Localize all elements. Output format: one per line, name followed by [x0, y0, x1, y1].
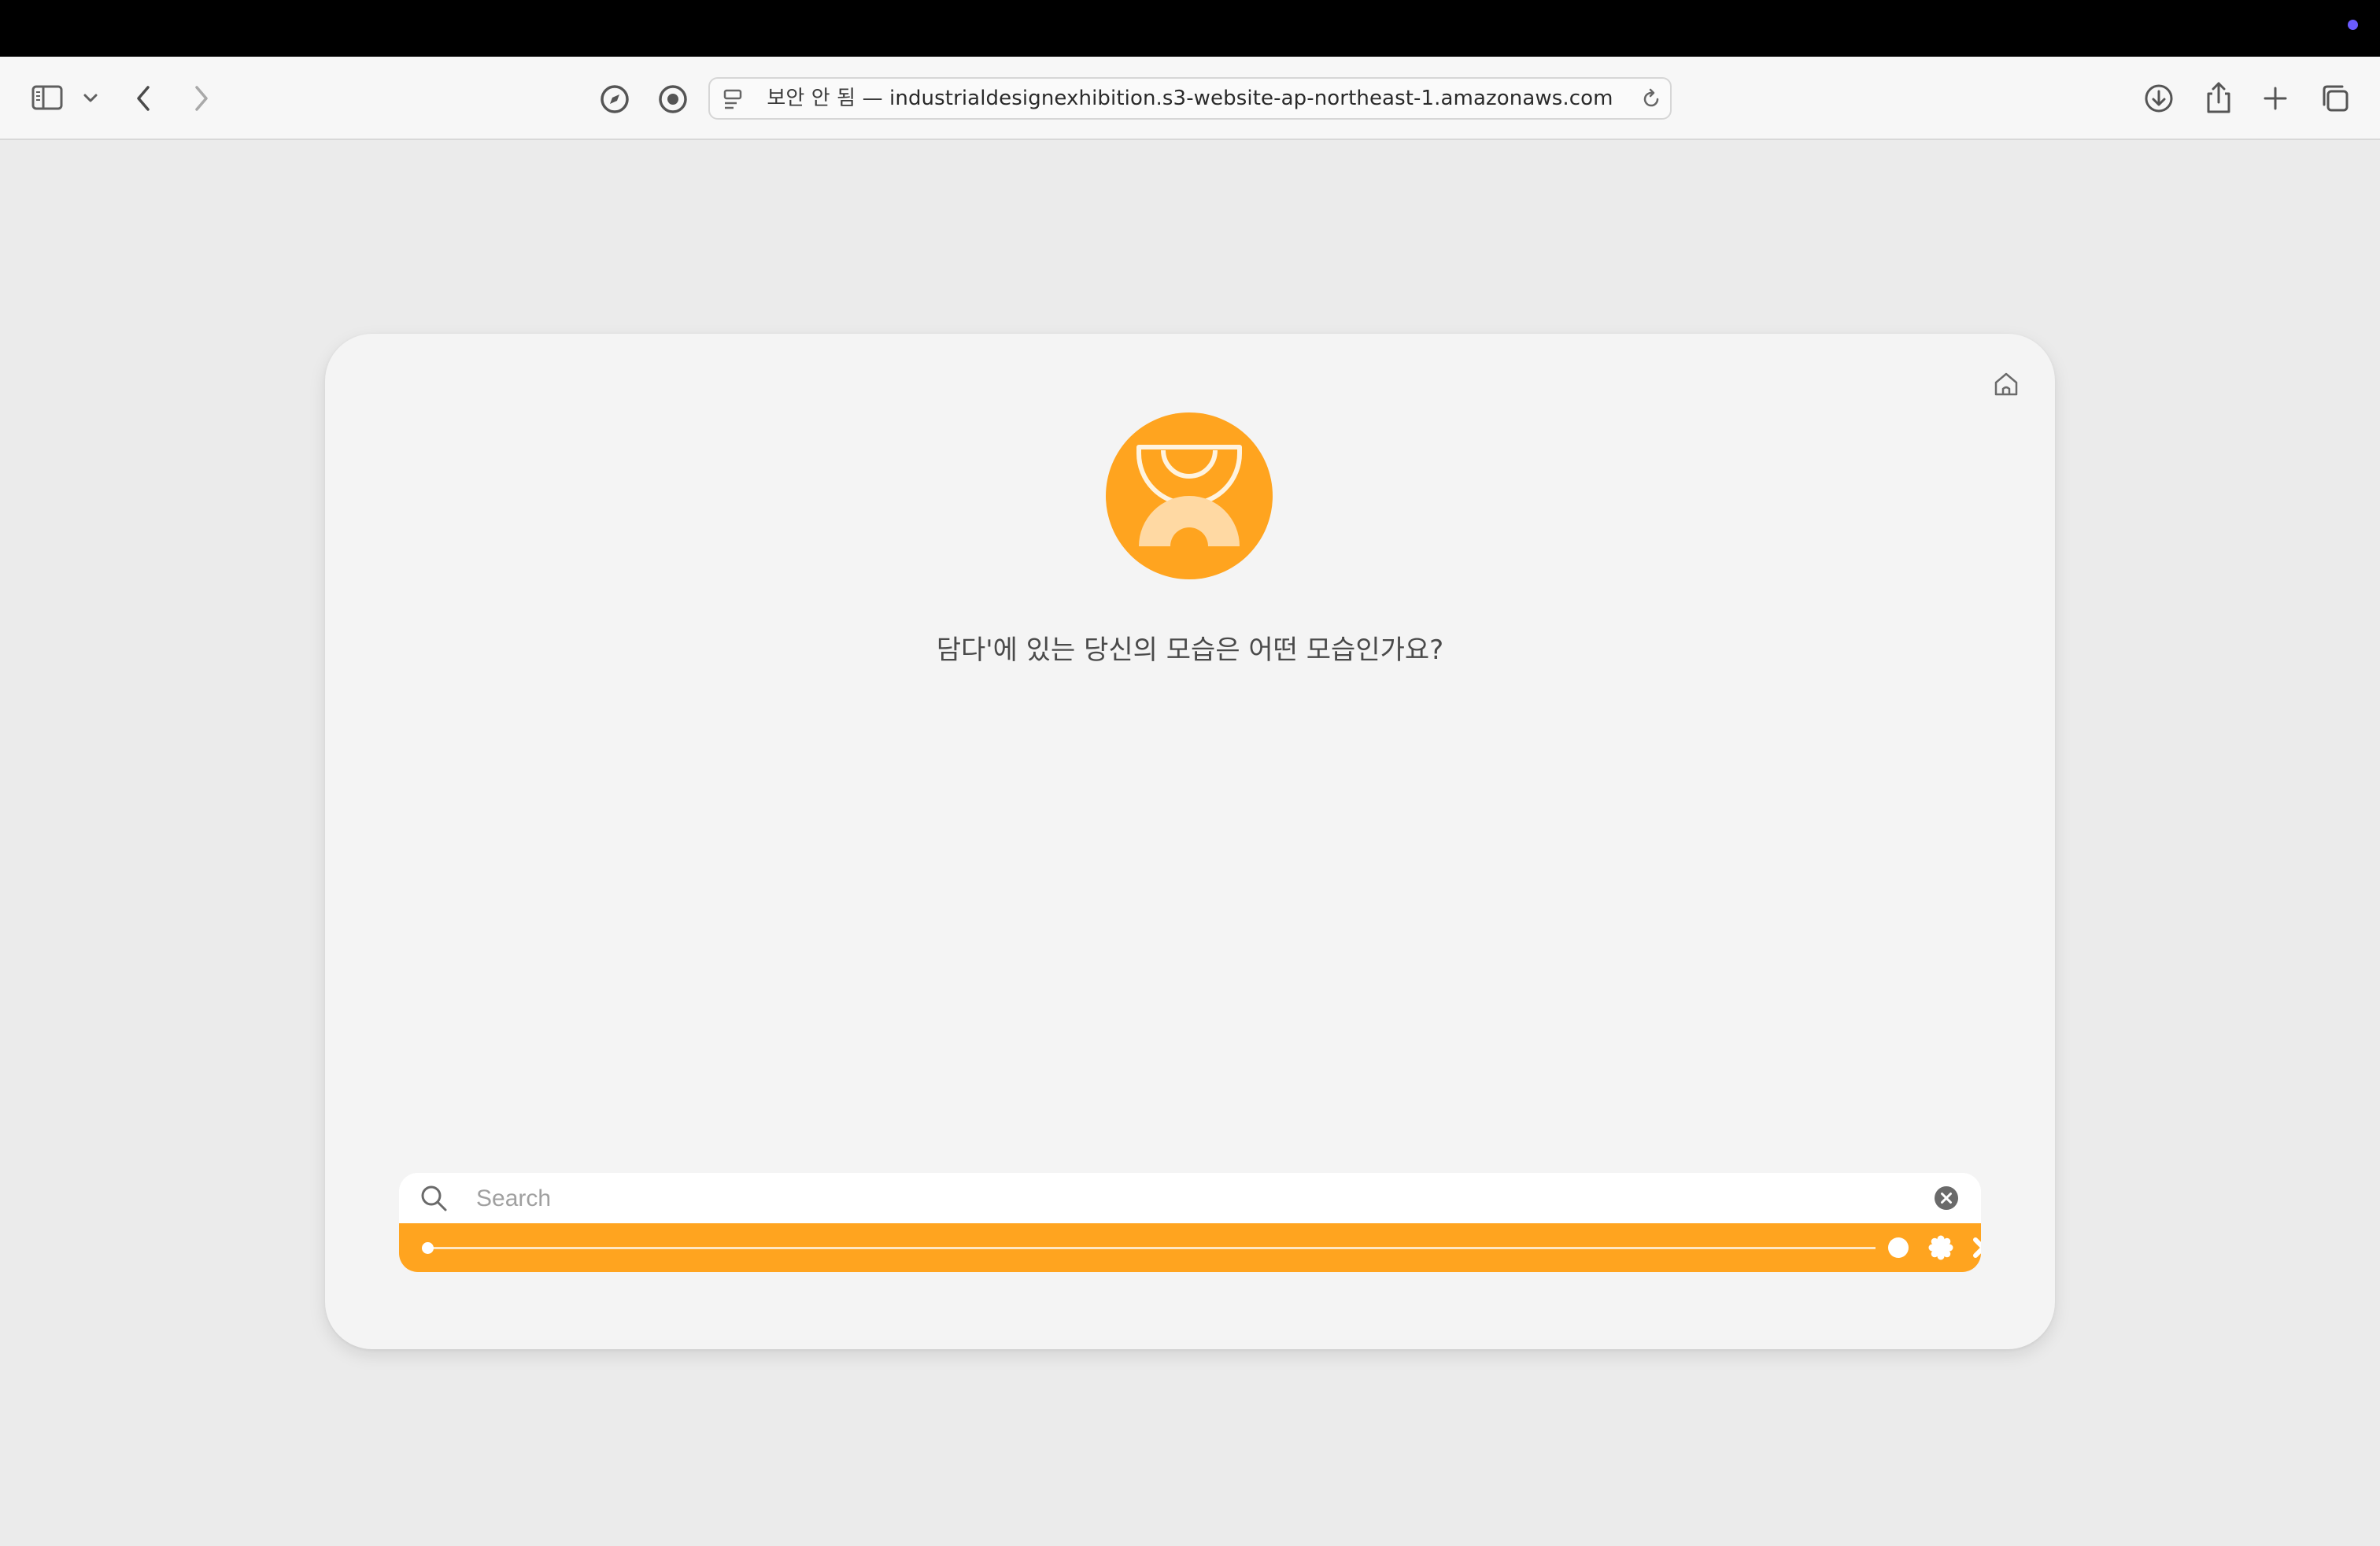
brand-logo — [1106, 412, 1273, 579]
main-card: 담다'에 있는 당신의 모습은 어떤 모습인가요? — [325, 334, 2055, 1349]
share-icon[interactable] — [2204, 80, 2234, 115]
flower-shape-icon — [1928, 1235, 1953, 1260]
home-icon[interactable] — [1990, 368, 2022, 403]
shape-toolbar — [399, 1223, 1981, 1272]
cross-shape-button[interactable] — [1970, 1234, 1981, 1264]
record-icon[interactable] — [658, 84, 688, 114]
not-secure-label: 보안 안 됨 — — [767, 87, 883, 110]
forward-icon[interactable] — [189, 83, 213, 113]
search-icon — [419, 1184, 449, 1214]
search-panel — [399, 1173, 1981, 1272]
slider-thumb[interactable] — [422, 1242, 434, 1254]
downloads-icon[interactable] — [2144, 83, 2174, 113]
menu-bar — [0, 0, 2380, 57]
address-bar[interactable]: 보안 안 됨 — industrialdesignexhibition.s3-w… — [708, 77, 1672, 120]
chevron-down-icon[interactable] — [82, 93, 99, 104]
prompt-question: 담다'에 있는 당신의 모습은 어떤 모습인가요? — [936, 634, 1444, 666]
close-icon — [1935, 1186, 1958, 1210]
compass-icon[interactable] — [600, 84, 630, 114]
sidebar-toggle-icon[interactable] — [31, 85, 63, 110]
flower-shape-button[interactable] — [1927, 1234, 1954, 1264]
page-content: 담다'에 있는 당신의 모습은 어떤 모습인가요? — [0, 140, 2380, 1546]
reload-icon[interactable] — [1640, 88, 1662, 110]
url-domain: industrialdesignexhibition.s3-website-ap… — [889, 87, 1613, 110]
url-display[interactable]: 보안 안 됨 — industrialdesignexhibition.s3-w… — [710, 79, 1670, 118]
search-row — [399, 1173, 1981, 1223]
new-tab-icon[interactable] — [2262, 85, 2289, 112]
circle-shape-icon — [1888, 1237, 1909, 1258]
circle-shape-button[interactable] — [1885, 1234, 1912, 1264]
cross-shape-icon — [1973, 1237, 1981, 1258]
status-indicator-icon — [2348, 20, 2358, 30]
shape-slider[interactable] — [422, 1242, 1876, 1254]
browser-toolbar: 보안 안 됨 — industrialdesignexhibition.s3-w… — [0, 57, 2380, 140]
search-input[interactable] — [475, 1179, 1879, 1219]
back-icon[interactable] — [132, 83, 156, 113]
browser-window: 보안 안 됨 — industrialdesignexhibition.s3-w… — [0, 57, 2380, 1546]
tab-overview-icon[interactable] — [2320, 83, 2350, 113]
clear-search-button[interactable] — [1934, 1185, 1959, 1211]
